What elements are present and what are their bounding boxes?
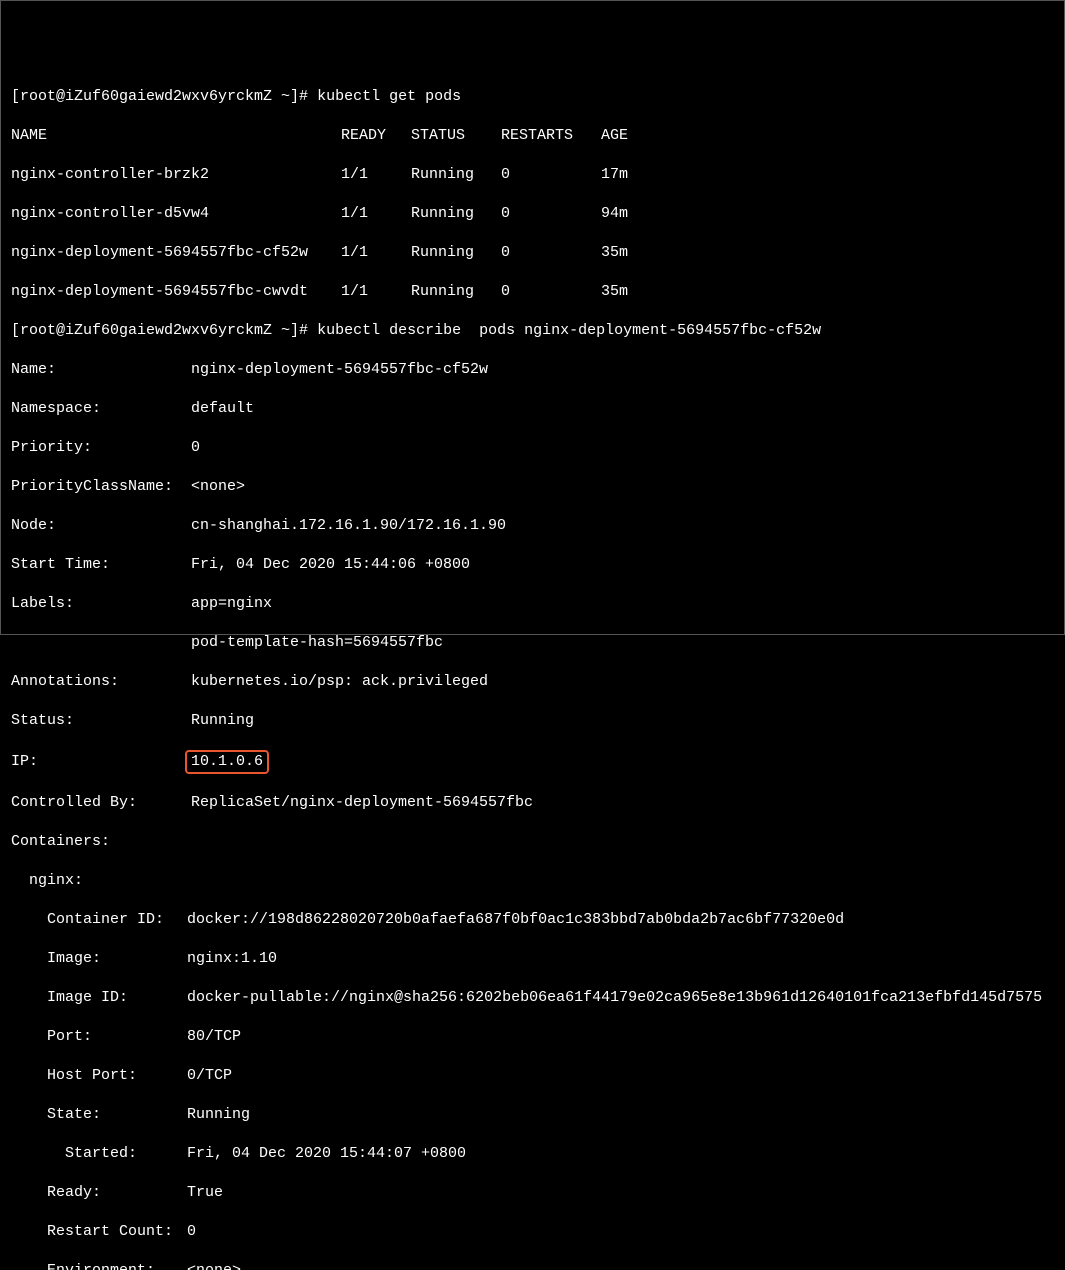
cmd-line-1[interactable]: [root@iZuf60gaiewd2wxv6yrckmZ ~]# kubect… (11, 87, 1054, 107)
describe-line: Status:Running (11, 711, 1054, 731)
describe-line: Priority:0 (11, 438, 1054, 458)
describe-line: Labels:app=nginx (11, 594, 1054, 614)
describe-line: nginx: (11, 871, 1054, 891)
describe-line: Node:cn-shanghai.172.16.1.90/172.16.1.90 (11, 516, 1054, 536)
describe-line: Name:nginx-deployment-5694557fbc-cf52w (11, 360, 1054, 380)
describe-line: Image ID:docker-pullable://nginx@sha256:… (11, 988, 1054, 1008)
describe-line: IP:10.1.0.6 (11, 750, 1054, 774)
describe-line: Restart Count:0 (11, 1222, 1054, 1242)
ip-highlight: 10.1.0.6 (185, 750, 269, 774)
col-age: AGE (601, 127, 628, 144)
describe-line: Environment:<none> (11, 1261, 1054, 1270)
command: kubectl describe pods nginx-deployment-5… (317, 322, 821, 339)
describe-line: Port:80/TCP (11, 1027, 1054, 1047)
describe-line: pod-template-hash=5694557fbc (11, 633, 1054, 653)
table-header: NAMEREADYSTATUSRESTARTSAGE (11, 126, 1054, 146)
describe-line: Start Time:Fri, 04 Dec 2020 15:44:06 +08… (11, 555, 1054, 575)
describe-line: State:Running (11, 1105, 1054, 1125)
cmd-line-2[interactable]: [root@iZuf60gaiewd2wxv6yrckmZ ~]# kubect… (11, 321, 1054, 341)
col-ready: READY (341, 126, 411, 146)
table-row: nginx-controller-d5vw41/1Running094m (11, 204, 1054, 224)
table-row: nginx-deployment-5694557fbc-cf52w1/1Runn… (11, 243, 1054, 263)
table-row: nginx-controller-brzk21/1Running017m (11, 165, 1054, 185)
describe-line: Started:Fri, 04 Dec 2020 15:44:07 +0800 (11, 1144, 1054, 1164)
describe-line: Host Port:0/TCP (11, 1066, 1054, 1086)
prompt: [root@iZuf60gaiewd2wxv6yrckmZ ~]# (11, 322, 317, 339)
command: kubectl get pods (317, 88, 461, 105)
describe-line: Image:nginx:1.10 (11, 949, 1054, 969)
describe-line: Annotations:kubernetes.io/psp: ack.privi… (11, 672, 1054, 692)
describe-line: Container ID:docker://198d86228020720b0a… (11, 910, 1054, 930)
prompt: [root@iZuf60gaiewd2wxv6yrckmZ ~]# (11, 88, 317, 105)
col-restarts: RESTARTS (501, 126, 601, 146)
describe-line: Ready:True (11, 1183, 1054, 1203)
describe-line: Containers: (11, 832, 1054, 852)
describe-line: Namespace:default (11, 399, 1054, 419)
col-name: NAME (11, 126, 341, 146)
col-status: STATUS (411, 126, 501, 146)
describe-line: Controlled By:ReplicaSet/nginx-deploymen… (11, 793, 1054, 813)
table-row: nginx-deployment-5694557fbc-cwvdt1/1Runn… (11, 282, 1054, 302)
describe-line: PriorityClassName:<none> (11, 477, 1054, 497)
